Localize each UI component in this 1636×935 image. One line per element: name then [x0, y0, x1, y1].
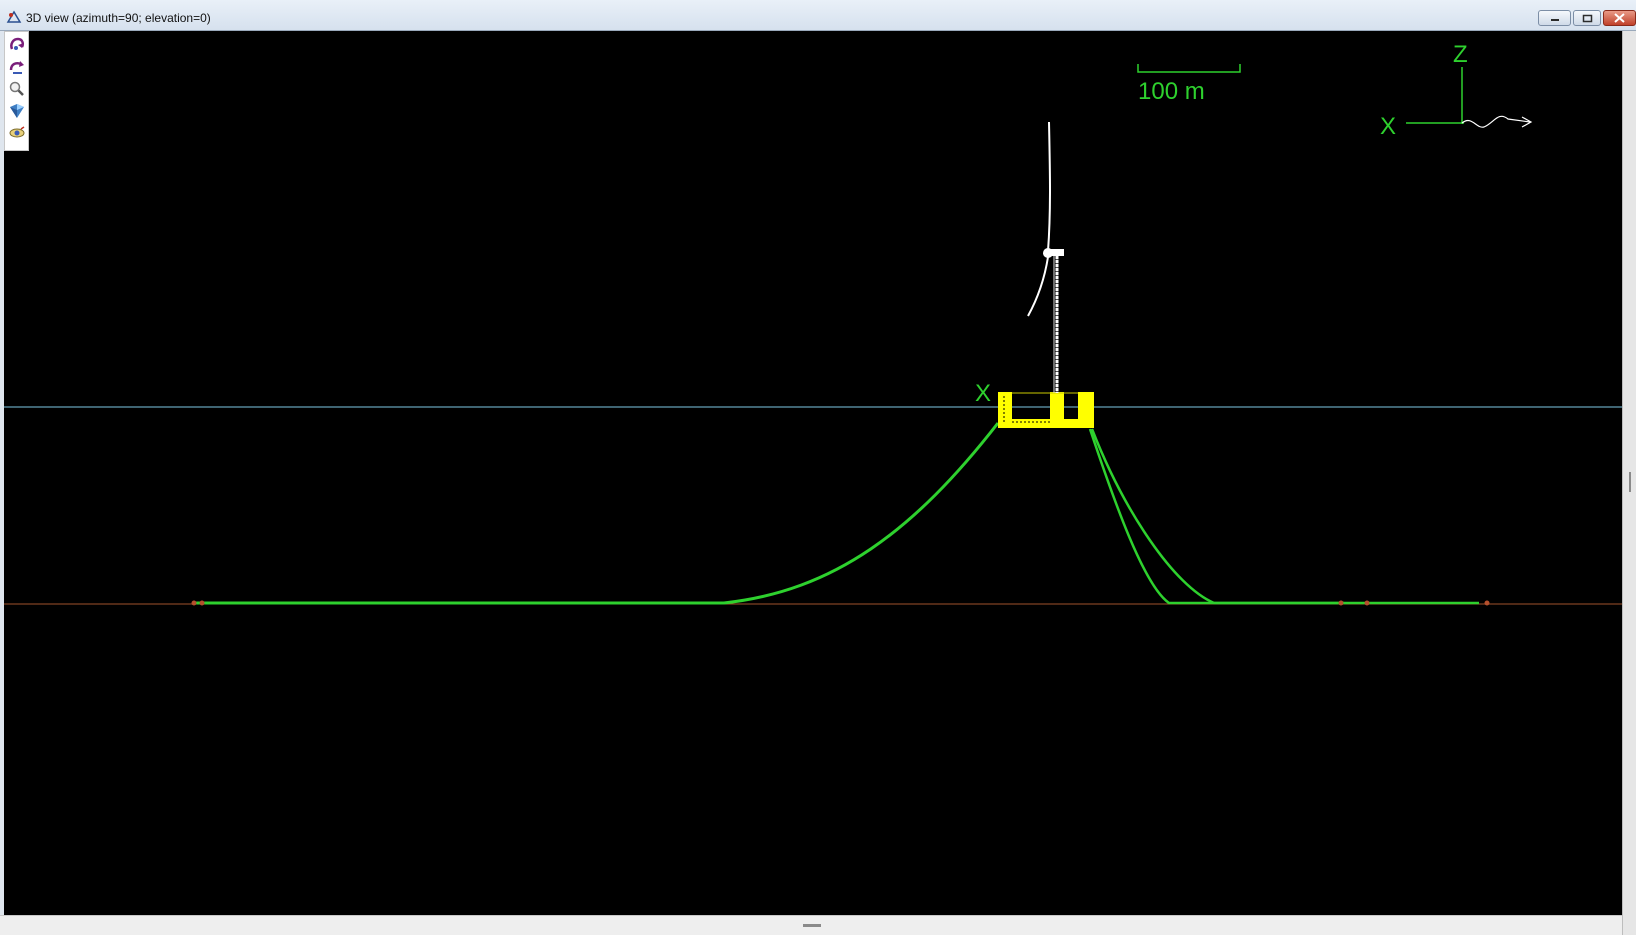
view-toolbar [4, 31, 29, 151]
anchor-point [1338, 600, 1344, 606]
maximize-icon [1582, 14, 1592, 22]
horizontal-splitter[interactable] [0, 915, 1622, 935]
window-title: 3D view (azimuth=90; elevation=0) [26, 11, 211, 25]
scale-bar-label: 100 m [1138, 78, 1205, 105]
zoom-tool-icon[interactable] [8, 80, 26, 98]
minimize-icon [1550, 19, 1559, 21]
view-shaded-tool-icon[interactable] [8, 102, 26, 120]
anchor-point [1484, 600, 1490, 606]
turbine-blade-lower [1027, 256, 1049, 317]
scene-canvas [4, 64, 1622, 606]
anchor-point [199, 600, 205, 606]
window-titlebar: 3D view (azimuth=90; elevation=0) [0, 0, 1636, 31]
floating-platform [998, 392, 1094, 428]
rotate-tool-icon[interactable] [8, 36, 26, 54]
close-icon [1614, 13, 1625, 23]
3d-viewport[interactable]: 100 m Z X X [4, 31, 1622, 915]
splitter-grip[interactable] [1629, 472, 1631, 492]
view-options-tool-icon[interactable] [8, 124, 26, 142]
anchor-point [1364, 600, 1370, 606]
axis-x-label: X [1380, 113, 1397, 140]
minimize-button[interactable] [1538, 10, 1571, 26]
mooring-line-left [194, 422, 1000, 605]
pan-tool-icon[interactable] [8, 58, 26, 76]
scale-bar [1137, 64, 1241, 73]
close-button[interactable] [1603, 10, 1636, 26]
anchor-point [191, 600, 197, 606]
turbine-tower [1053, 251, 1059, 393]
orcaflex-app-icon [6, 10, 22, 23]
vertical-splitter[interactable] [1622, 31, 1636, 935]
turbine-nacelle [1050, 249, 1064, 256]
axis-z-label: Z [1453, 41, 1468, 68]
mooring-line-right-2 [1090, 428, 1344, 605]
vessel-x-label: X [975, 380, 992, 407]
axis-gizmo [1406, 67, 1533, 128]
maximize-button[interactable] [1573, 10, 1601, 26]
splitter-grip[interactable] [803, 924, 821, 927]
turbine-blade-upper [1047, 121, 1051, 252]
mooring-line-right-1 [1088, 428, 1479, 605]
